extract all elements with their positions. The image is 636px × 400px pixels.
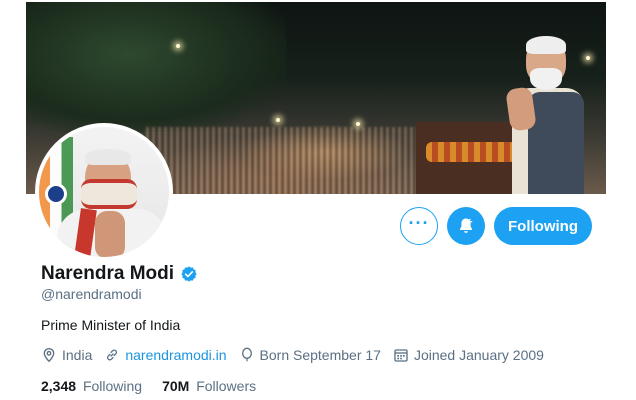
banner-light [176, 44, 180, 48]
joined-text: Joined January 2009 [413, 347, 544, 363]
banner-crowd [146, 127, 446, 194]
followers-count-link[interactable]: 70M Followers [162, 378, 256, 394]
following-count-link[interactable]: 2,348 Following [41, 378, 142, 394]
more-dots-icon: ··· [408, 213, 430, 233]
more-options-button[interactable]: ··· [400, 207, 438, 245]
banner-person [488, 34, 600, 194]
profile-handle: @narendramodi [41, 286, 142, 302]
link-icon [107, 349, 118, 361]
profile-name-row: Narendra Modi [41, 263, 198, 285]
birthday-text: Born September 17 [259, 347, 381, 363]
joined-item: Joined January 2009 [393, 347, 544, 363]
location-pin-icon [43, 347, 55, 363]
following-label: Following [82, 378, 143, 394]
avatar[interactable] [35, 123, 173, 261]
profile-stats: 2,348 Following 70M Followers [41, 378, 276, 394]
banner-light [276, 118, 280, 122]
followers-label: Followers [196, 378, 257, 394]
profile-page: ··· Following Narendra Modi @narendramod… [0, 0, 636, 400]
left-margin [0, 0, 26, 400]
banner-light [356, 122, 360, 126]
right-margin [606, 0, 636, 400]
profile-meta: India narendramodi.in Born September 17 [41, 347, 556, 363]
website-item[interactable]: narendramodi.in [104, 347, 227, 363]
website-link[interactable]: narendramodi.in [125, 347, 226, 363]
profile-name: Narendra Modi [41, 263, 175, 284]
following-button[interactable]: Following [494, 207, 592, 245]
calendar-icon [394, 349, 408, 362]
location-item: India [41, 347, 92, 363]
balloon-icon [241, 347, 252, 362]
notifications-button[interactable] [447, 207, 485, 245]
bell-icon [459, 218, 473, 233]
location-text: India [62, 347, 93, 363]
followers-count: 70M [162, 378, 190, 394]
profile-bio: Prime Minister of India [41, 317, 181, 333]
following-count: 2,348 [41, 378, 77, 394]
birthday-item: Born September 17 [239, 347, 381, 363]
verified-badge-icon [181, 266, 197, 282]
banner-trees [26, 2, 286, 132]
